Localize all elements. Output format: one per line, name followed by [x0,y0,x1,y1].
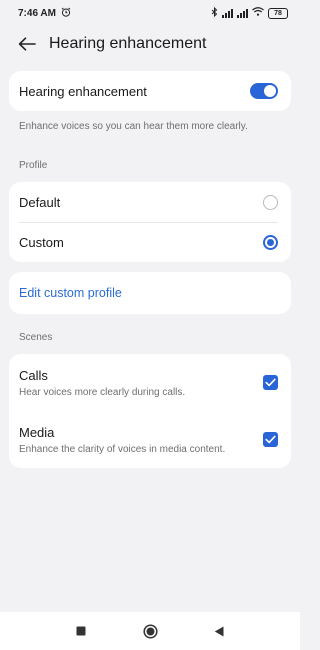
bluetooth-icon [211,6,218,20]
recents-square-icon [76,626,86,636]
home-button[interactable] [142,623,158,639]
hearing-enhancement-card: Hearing enhancement [9,71,291,111]
checkmark-icon [265,435,276,444]
scene-media-text: Media Enhance the clarity of voices in m… [19,425,225,455]
calls-checkbox[interactable] [263,375,278,390]
recents-button[interactable] [73,623,89,639]
profile-option-label: Default [19,194,61,210]
scene-media-subtitle: Enhance the clarity of voices in media c… [19,443,226,455]
edit-custom-profile-link[interactable]: Edit custom profile [19,286,122,300]
status-time: 7:46 AM [18,7,56,19]
scene-calls-row[interactable]: Calls Hear voices more clearly during ca… [9,354,291,411]
back-arrow-icon [18,37,36,51]
radio-custom[interactable] [263,234,278,250]
profile-option-custom[interactable]: Custom [9,222,291,262]
edit-custom-profile-row[interactable]: Edit custom profile [9,272,291,314]
profile-section-label: Profile [19,160,48,171]
home-circle-icon [142,623,158,639]
scene-media-row[interactable]: Media Enhance the clarity of voices in m… [9,411,291,468]
screen: 7:46 AM 78 Hearing enhancement Hearing e… [0,0,300,650]
media-checkbox[interactable] [263,432,278,447]
signal-icon [222,8,233,18]
scenes-section-label: Scenes [19,332,53,343]
battery-icon: 78 [268,7,288,19]
hearing-enhancement-description: Enhance voices so you can hear them more… [19,121,248,132]
scene-calls-subtitle: Hear voices more clearly during calls. [19,386,186,398]
back-triangle-icon [214,626,224,636]
divider [19,222,278,223]
scene-calls-text: Calls Hear voices more clearly during ca… [19,368,185,398]
scenes-card: Calls Hear voices more clearly during ca… [9,354,291,468]
checkmark-icon [265,378,276,387]
back-nav-button[interactable] [211,623,227,639]
navigation-bar [0,612,300,650]
status-right: 78 [211,6,288,20]
signal-icon [237,8,248,18]
hearing-enhancement-row[interactable]: Hearing enhancement [9,71,291,111]
status-left: 7:46 AM [18,7,71,20]
scene-calls-title: Calls [19,367,48,383]
header: Hearing enhancement [0,26,300,62]
hearing-enhancement-label: Hearing enhancement [19,83,147,99]
back-button[interactable] [14,31,40,57]
profile-card: Default Custom [9,182,291,262]
edit-custom-profile-card: Edit custom profile [9,272,291,314]
profile-option-label: Custom [19,234,64,250]
radio-default[interactable] [263,194,278,210]
status-bar: 7:46 AM 78 [0,0,300,26]
alarm-icon [61,7,71,20]
wifi-icon [252,7,264,19]
hearing-enhancement-toggle[interactable] [250,83,278,99]
page-title: Hearing enhancement [49,35,207,52]
profile-option-default[interactable]: Default [9,182,291,222]
scene-media-title: Media [19,424,55,440]
